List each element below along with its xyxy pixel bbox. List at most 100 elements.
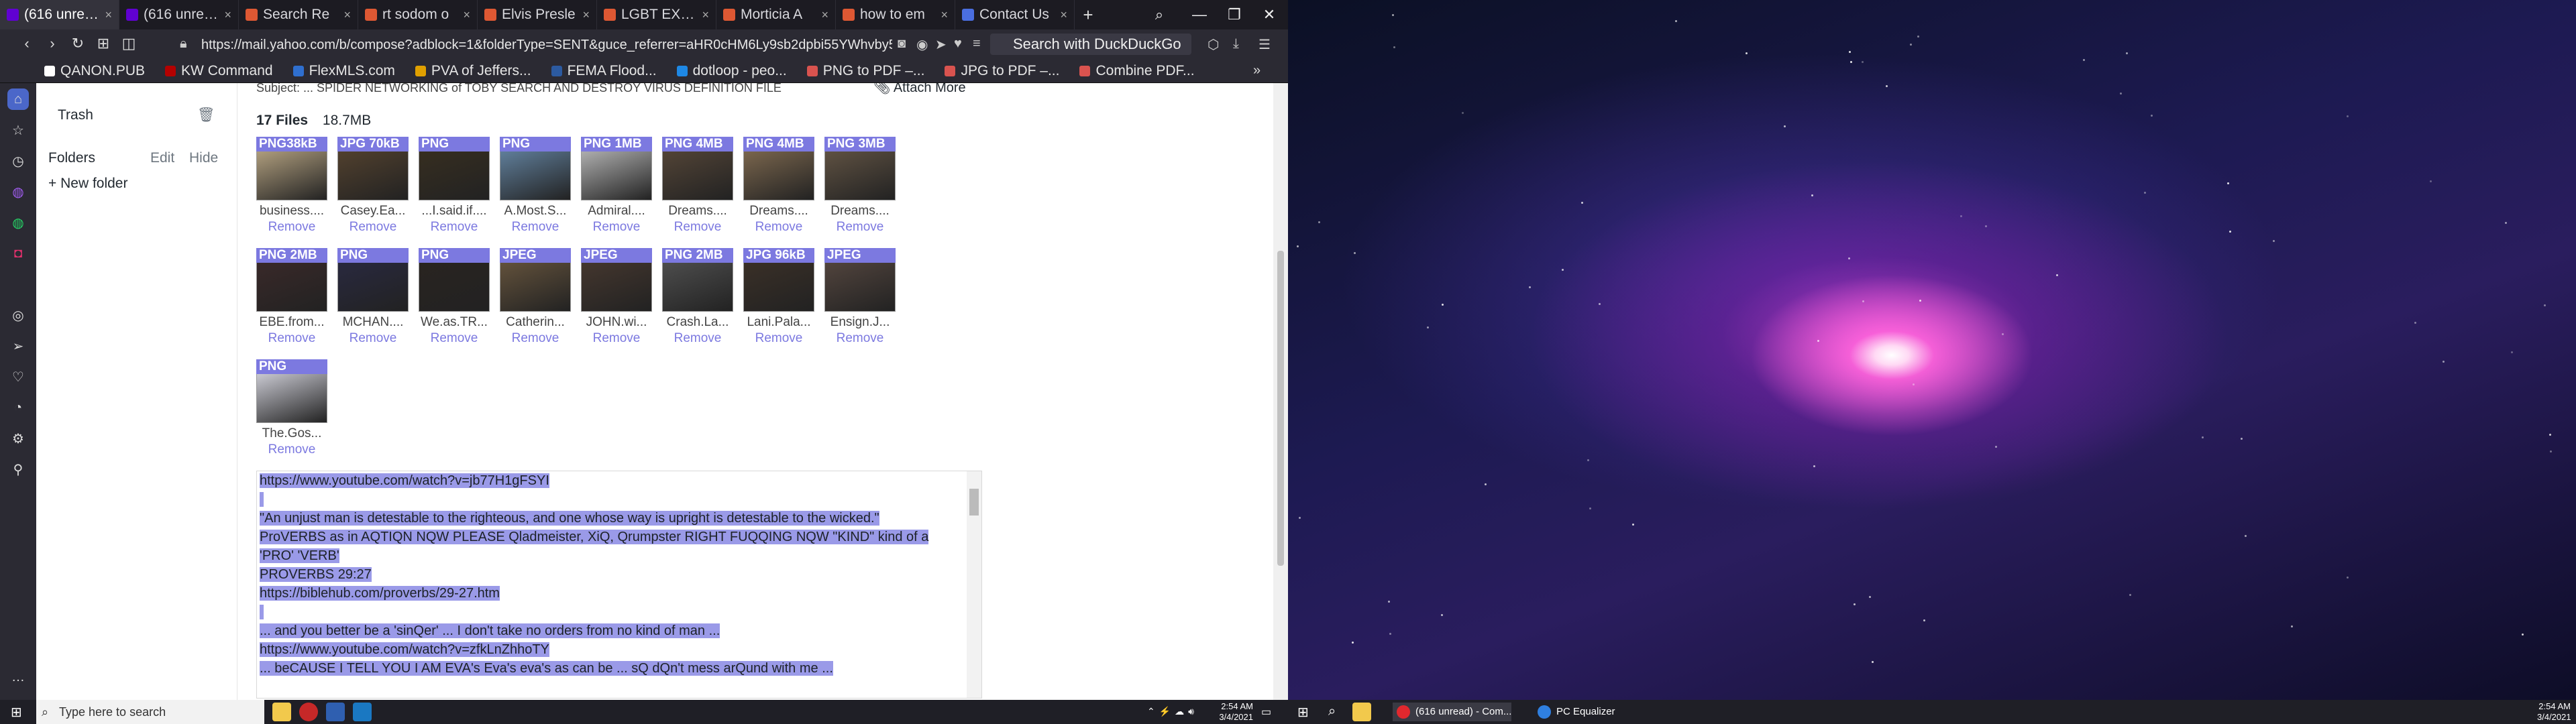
attachment-remove-link[interactable]: Remove — [256, 220, 327, 235]
equalizer-taskbar-icon[interactable] — [353, 703, 372, 721]
attachment-item[interactable]: JPEG Catherin... Remove — [500, 248, 571, 349]
tab-close-icon[interactable]: × — [343, 8, 351, 22]
browser-tab[interactable]: (616 unread) × — [0, 0, 119, 29]
attachment-item[interactable]: PNG38kB business.... Remove — [256, 137, 327, 237]
tab-close-icon[interactable]: × — [1060, 8, 1067, 22]
send-icon[interactable]: ➤ — [935, 36, 947, 53]
bookmark-icon[interactable]: ☆ — [7, 119, 29, 141]
shields-icon[interactable]: ◫ — [115, 35, 142, 52]
bookmark-item[interactable]: JPG to PDF –... — [945, 63, 1059, 79]
browser-tab[interactable]: rt sodom o × — [358, 0, 478, 29]
bookmark-item[interactable]: PNG to PDF –... — [806, 63, 924, 79]
taskbar-search-input[interactable]: Type here to search — [36, 700, 264, 724]
opera-taskbar-icon[interactable] — [299, 703, 318, 721]
message-scrollbar[interactable] — [967, 471, 981, 698]
attachment-item[interactable]: PNG The.Gos... Remove — [256, 359, 327, 460]
attachment-item[interactable]: PNG 4MB Dreams.... Remove — [743, 137, 814, 237]
bulb-icon[interactable]: ⚲ — [7, 459, 29, 480]
attachment-item[interactable]: PNG 3MB Dreams.... Remove — [824, 137, 896, 237]
send-arrow-icon[interactable]: ➢ — [7, 335, 29, 357]
attachment-item[interactable]: PNG ...I.said.if.... Remove — [419, 137, 490, 237]
windows-start-icon[interactable]: ⊞ — [11, 704, 22, 721]
speed-dial-icon[interactable]: ⊞ — [90, 35, 117, 52]
attachment-remove-link[interactable]: Remove — [500, 220, 571, 235]
search-engine-input[interactable]: Search with DuckDuckGo — [990, 34, 1191, 55]
browser-tab[interactable]: Morticia A × — [716, 0, 836, 29]
folders-hide-link[interactable]: Hide — [189, 150, 218, 166]
attachment-item[interactable]: PNG 2MB EBE.from... Remove — [256, 248, 327, 349]
adblock-icon[interactable]: ◉ — [916, 36, 928, 53]
page-scrollbar[interactable] — [1273, 83, 1288, 700]
message-scroll-thumb[interactable] — [969, 489, 979, 516]
trash-empty-icon[interactable]: 🗑︎ — [197, 107, 215, 123]
new-folder-link[interactable]: + New folder — [48, 176, 127, 192]
browser-tab[interactable]: Elvis Presle × — [478, 0, 597, 29]
attach-more-link[interactable]: 📎︎ Attach More — [873, 83, 966, 95]
minimize-button[interactable]: — — [1181, 0, 1218, 29]
attachment-item[interactable]: PNG 2MB Crash.La... Remove — [662, 248, 733, 349]
taskbar-clock-right[interactable]: 2:54 AM 3/4/2021 — [2537, 701, 2571, 723]
attachment-item[interactable]: PNG 1MB Admiral.... Remove — [581, 137, 652, 237]
folders-heading[interactable]: Folders — [48, 150, 95, 166]
folders-edit-link[interactable]: Edit — [150, 150, 174, 166]
tab-close-icon[interactable]: × — [941, 8, 948, 22]
windows-start-icon-right[interactable]: ⊞ — [1297, 704, 1309, 721]
bookmark-item[interactable]: KW Command — [165, 63, 273, 79]
attachment-remove-link[interactable]: Remove — [256, 442, 327, 457]
menu-icon[interactable]: ≡ — [973, 36, 981, 52]
attachment-item[interactable]: JPEG JOHN.wi... Remove — [581, 248, 652, 349]
attachment-remove-link[interactable]: Remove — [662, 220, 733, 235]
bookmark-item[interactable]: PVA of Jeffers... — [415, 63, 531, 79]
bookmark-item[interactable]: FEMA Flood... — [551, 63, 657, 79]
settings-gear-icon[interactable]: ⚙ — [7, 428, 29, 449]
attachment-remove-link[interactable]: Remove — [662, 331, 733, 346]
attachment-item[interactable]: PNG A.Most.S... Remove — [500, 137, 571, 237]
instagram-icon[interactable]: ◘ — [7, 243, 29, 264]
attachment-remove-link[interactable]: Remove — [500, 331, 571, 346]
attachment-remove-link[interactable]: Remove — [824, 220, 896, 235]
tab-close-icon[interactable]: × — [224, 8, 231, 22]
messenger-icon[interactable]: ◍ — [7, 181, 29, 202]
clock-icon[interactable]: ◔ — [7, 397, 29, 418]
page-scroll-thumb[interactable] — [1277, 251, 1284, 566]
browser-tab[interactable]: Contact Us × — [955, 0, 1075, 29]
search-icon-right[interactable]: ⌕ — [1328, 704, 1336, 719]
url-field[interactable]: https://mail.yahoo.com/b/compose?adblock… — [201, 36, 892, 54]
browser-tab[interactable]: (616 unread) × — [119, 0, 239, 29]
tab-close-icon[interactable]: × — [702, 8, 709, 22]
attachment-remove-link[interactable]: Remove — [419, 220, 490, 235]
back-arrow-icon[interactable]: ‹ — [13, 35, 40, 52]
download-icon[interactable]: ⤓ — [1233, 36, 1239, 52]
attachment-remove-link[interactable]: Remove — [824, 331, 896, 346]
history-clock-icon[interactable]: ◷ — [7, 150, 29, 172]
attachment-item[interactable]: JPEG Ensign.J... Remove — [824, 248, 896, 349]
tab-close-icon[interactable]: × — [105, 8, 112, 22]
bookmark-item[interactable]: FlexMLS.com — [292, 63, 395, 79]
attachment-remove-link[interactable]: Remove — [256, 331, 327, 346]
heart-icon[interactable]: ♥ — [954, 36, 962, 52]
maximize-button[interactable]: ❐ — [1216, 0, 1253, 29]
attachment-remove-link[interactable]: Remove — [581, 331, 652, 346]
attachment-item[interactable]: PNG MCHAN.... Remove — [337, 248, 409, 349]
system-tray-icons[interactable]: ⌃⚡☁🔊︎ — [1147, 706, 1198, 717]
new-tab-button[interactable]: + — [1075, 0, 1102, 29]
heart-sidebar-icon[interactable]: ♡ — [7, 366, 29, 387]
tab-close-icon[interactable]: × — [821, 8, 828, 22]
taskbar-window-button[interactable]: (616 unread) - Com... — [1393, 703, 1512, 721]
bookmarks-overflow-icon[interactable]: » — [1253, 63, 1260, 78]
browser-tab[interactable]: LGBT EXPO × — [597, 0, 716, 29]
message-body-text[interactable]: https://www.youtube.com/watch?v=jb77H1gF… — [260, 471, 961, 678]
whatsapp-icon[interactable]: ◍ — [7, 212, 29, 233]
attachment-item[interactable]: JPG 70kB Casey.Ea... Remove — [337, 137, 409, 237]
attachment-remove-link[interactable]: Remove — [337, 331, 409, 346]
attachment-remove-link[interactable]: Remove — [419, 331, 490, 346]
attachment-item[interactable]: JPG 96kB Lani.Pala... Remove — [743, 248, 814, 349]
bookmark-item[interactable]: Combine PDF... — [1079, 63, 1195, 79]
attachment-item[interactable]: PNG 4MB Dreams.... Remove — [662, 137, 733, 237]
reload-icon[interactable]: ↻ — [64, 35, 91, 52]
trash-folder[interactable]: Trash — [58, 107, 93, 123]
taskbar-clock-left[interactable]: 2:54 AM 3/4/2021 — [1216, 701, 1253, 723]
home-icon[interactable]: ⌂ — [7, 88, 29, 110]
player-icon[interactable]: ◎ — [7, 304, 29, 326]
attachment-remove-link[interactable]: Remove — [337, 220, 409, 235]
